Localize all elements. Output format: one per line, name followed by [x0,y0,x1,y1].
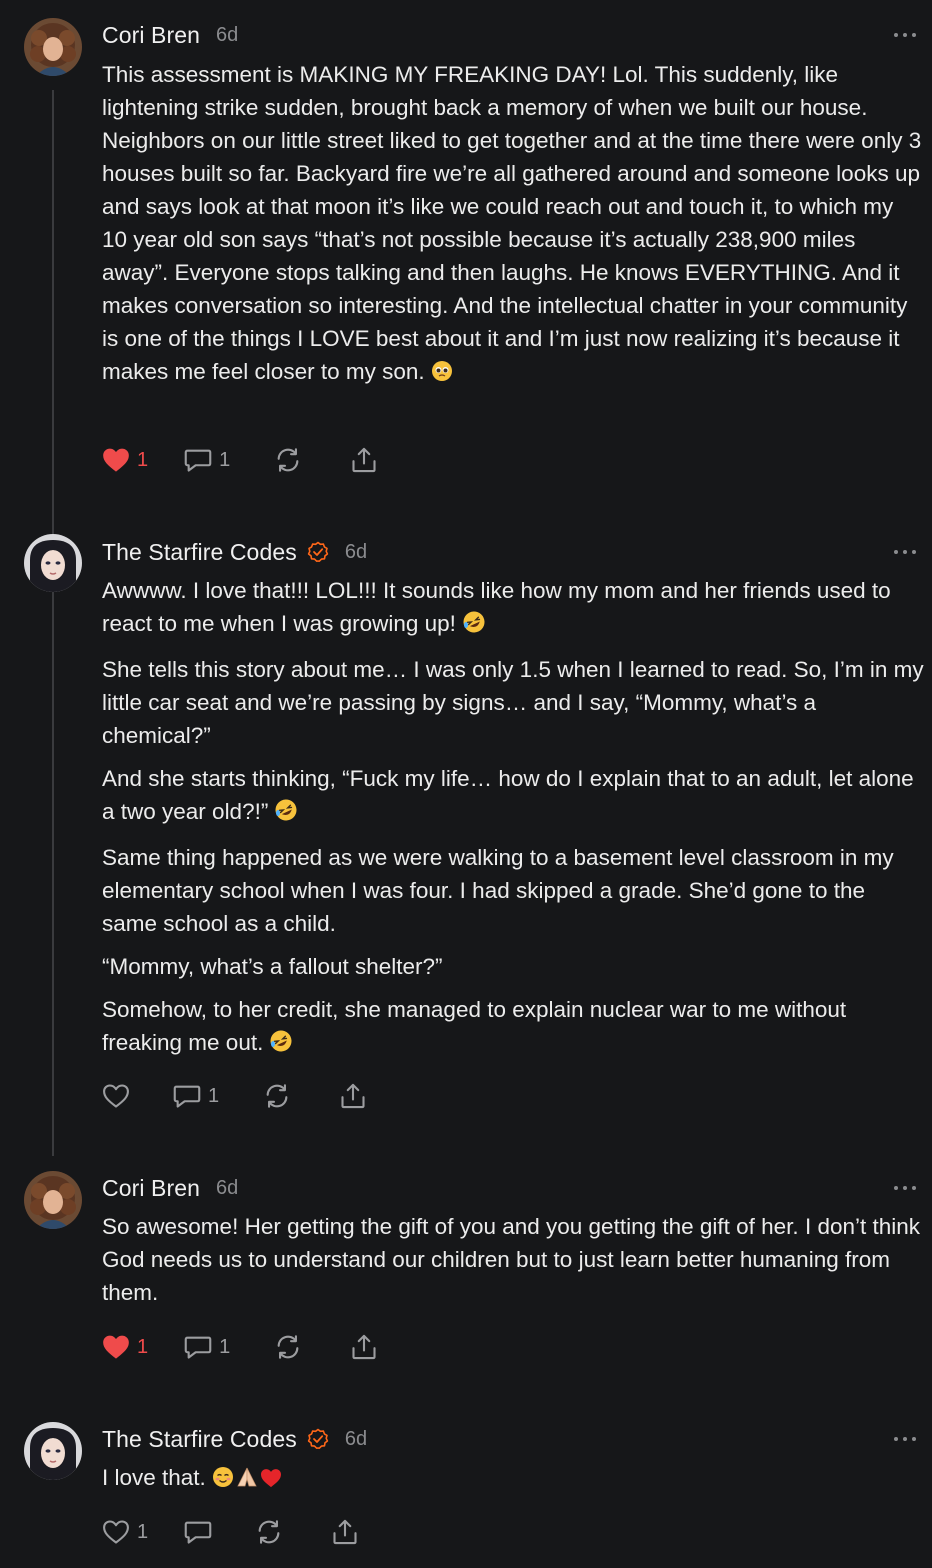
speech-bubble-icon [184,1521,212,1544]
red-heart-emoji [260,1464,282,1497]
reply-count: 1 [208,1084,220,1107]
comment-text: I love that. [102,1465,206,1490]
avatar[interactable] [24,534,82,592]
comment-thread: Cori Bren 6d This assessment is MAKING M… [0,0,932,1568]
timestamp[interactable]: 6d [345,541,367,564]
comment-actions: 1 [102,1517,359,1547]
like-count: 1 [137,1335,149,1358]
smiling-face-emoji [212,1464,234,1497]
author-name[interactable]: The Starfire Codes [102,1426,297,1453]
timestamp[interactable]: 6d [216,24,238,47]
timestamp[interactable]: 6d [345,1428,367,1451]
reply-count: 1 [219,448,231,471]
comment-body: So awesome! Her getting the gift of you … [102,1210,924,1319]
comment-actions: 1 1 [102,445,378,475]
curly-hair-woman-avatar-icon [24,18,82,76]
comment-text: So awesome! Her getting the gift of you … [102,1214,921,1305]
like-count: 1 [137,448,149,471]
like-button[interactable] [102,1081,137,1111]
comment-text: She tells this story about me… I was onl… [102,657,924,748]
rolling-on-floor-laughing-emoji [269,1029,293,1062]
verified-check-icon [307,541,329,563]
more-options-icon[interactable] [894,31,916,39]
speech-bubble-icon [173,1085,201,1108]
restack-icon [277,448,299,472]
like-button[interactable]: 1 [102,1332,148,1362]
share-button[interactable] [350,1332,378,1362]
heart-icon [103,1084,129,1108]
restack-button[interactable] [274,1332,302,1362]
restack-icon [258,1520,280,1544]
reply-button[interactable]: 1 [184,445,230,475]
comment-actions: 1 [102,1081,367,1111]
dark-hair-woman-avatar-icon [24,1422,82,1480]
author-name[interactable]: Cori Bren [102,22,200,49]
comment-body: Awwww. I love that!!! LOL!!! It sounds l… [102,574,924,1072]
timestamp[interactable]: 6d [216,1177,238,1200]
rolling-on-floor-laughing-emoji [274,798,298,831]
comment-text: Same thing happened as we were walking t… [102,845,894,936]
avatar[interactable] [24,1422,82,1480]
avatar[interactable] [24,1171,82,1229]
restack-button[interactable] [263,1081,291,1111]
restack-icon [266,1084,288,1108]
more-options-icon[interactable] [894,1184,916,1192]
share-button[interactable] [339,1081,367,1111]
restack-button[interactable] [255,1517,283,1547]
dark-hair-woman-avatar-icon [24,534,82,592]
comment-actions: 1 1 [102,1332,378,1362]
comment-text: This assessment is MAKING MY FREAKING DA… [102,62,922,384]
heart-icon [103,1335,129,1359]
speech-bubble-icon [184,449,212,472]
comment-text: Awwww. I love that!!! LOL!!! It sounds l… [102,578,891,636]
folded-hands-emoji [235,1464,259,1497]
share-button[interactable] [350,445,378,475]
heart-icon [103,448,129,472]
author-name[interactable]: Cori Bren [102,1175,200,1202]
share-icon [333,1519,357,1545]
share-icon [352,447,376,473]
share-button[interactable] [331,1517,359,1547]
rolling-on-floor-laughing-emoji [462,610,486,643]
restack-icon [277,1335,299,1359]
reply-button[interactable]: 1 [173,1081,219,1111]
pleading-face-emoji [431,358,453,391]
comment-text: “Mommy, what’s a fallout shelter?” [102,954,443,979]
curly-hair-woman-avatar-icon [24,1171,82,1229]
reply-button[interactable] [184,1517,219,1547]
share-icon [341,1083,365,1109]
heart-icon [103,1520,129,1544]
reply-button[interactable]: 1 [184,1332,230,1362]
thread-connector-line [52,90,54,1156]
more-options-icon[interactable] [894,548,916,556]
more-options-icon[interactable] [894,1435,916,1443]
like-button[interactable]: 1 [102,1517,148,1547]
comment-text: Somehow, to her credit, she managed to e… [102,997,847,1055]
comment-text: And she starts thinking, “Fuck my life… … [102,766,914,824]
reply-count: 1 [219,1335,231,1358]
speech-bubble-icon [184,1336,212,1359]
like-button[interactable]: 1 [102,445,148,475]
restack-button[interactable] [274,445,302,475]
share-icon [352,1334,376,1360]
author-name[interactable]: The Starfire Codes [102,539,297,566]
comment-body: This assessment is MAKING MY FREAKING DA… [102,58,924,401]
verified-check-icon [307,1428,329,1450]
like-count: 1 [137,1520,149,1543]
avatar[interactable] [24,18,82,76]
comment-body: I love that. [102,1461,924,1507]
